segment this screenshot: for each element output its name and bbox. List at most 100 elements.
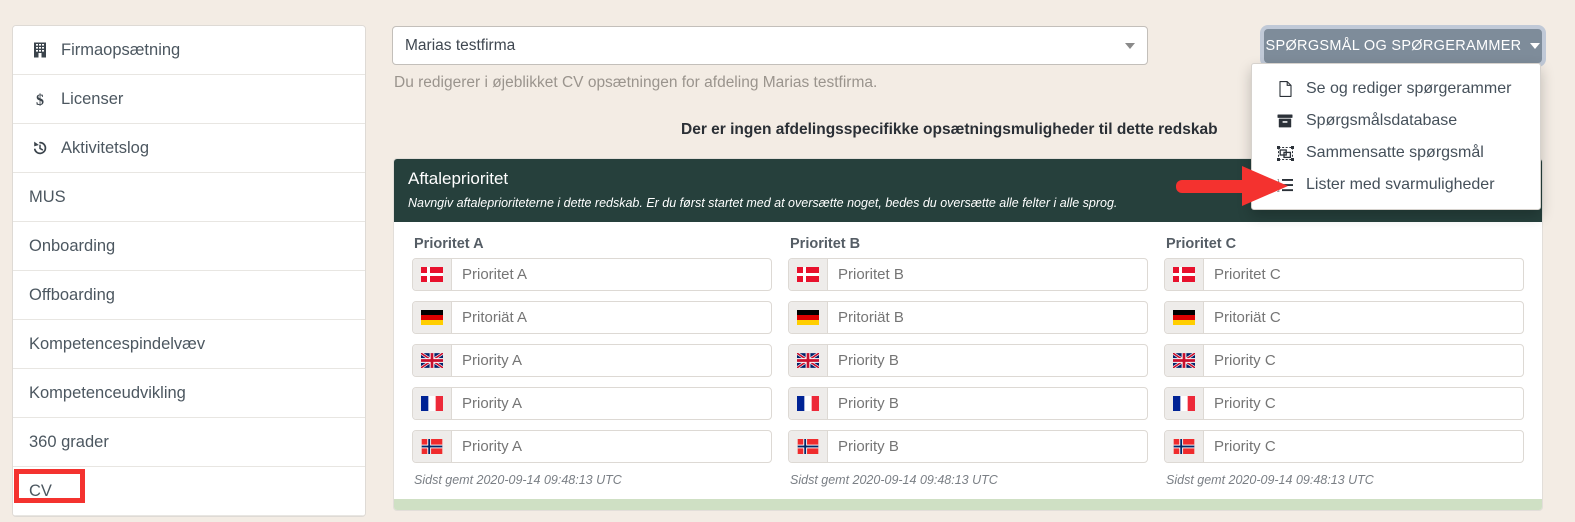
sidebar-item-label: Kompetencespindelvæv (29, 334, 206, 353)
priority-name-input[interactable] (1204, 431, 1523, 462)
translation-input-row[interactable] (412, 344, 772, 377)
sidebar-item-label: Aktivitetslog (61, 138, 150, 157)
priority-name-input[interactable] (828, 345, 1147, 376)
flag-gb-icon (413, 345, 452, 376)
firm-select-value: Marias testfirma (405, 36, 516, 54)
aftaleprioritet-panel: Aftaleprioritet Navngiv aftaleprioritete… (393, 158, 1543, 511)
panel-footer-bar (394, 499, 1542, 510)
priority-name-input[interactable] (828, 388, 1147, 419)
flag-de-icon (789, 302, 828, 333)
dropdown-item-se-og-rediger-sp-rgerammer[interactable]: Se og rediger spørgerammer (1252, 73, 1540, 105)
priority-name-input[interactable] (452, 345, 771, 376)
priority-name-input[interactable] (452, 302, 771, 333)
svg-text:$: $ (36, 92, 44, 108)
sidebar-item-label: 360 grader (29, 432, 109, 451)
translation-input-row[interactable] (412, 301, 772, 334)
translation-input-row[interactable] (1164, 430, 1524, 463)
sidebar-item-label: Onboarding (29, 236, 116, 255)
history-icon (29, 140, 51, 156)
no-department-settings-heading: Der er ingen afdelingsspecifikke opsætni… (681, 121, 1218, 138)
priority-column: Prioritet A Sidst gemt 2020-09-14 09:48:1… (404, 236, 780, 487)
dropdown-item-sp-rgsm-lsdatabase[interactable]: Spørgsmålsdatabase (1252, 105, 1540, 137)
priority-column-title: Prioritet C (1166, 236, 1237, 252)
sidebar-item-label: Kompetenceudvikling (29, 383, 186, 402)
panel-body: Prioritet A Sidst gemt 2020-09-14 09:48:1… (394, 222, 1542, 499)
flag-de-icon (1165, 302, 1204, 333)
priority-column-title: Prioritet A (414, 236, 484, 252)
sidebar-item-aktivitetslog[interactable]: Aktivitetslog (13, 124, 365, 173)
flag-fr-icon (789, 388, 828, 419)
questions-and-frames-button-label: SPØRGSMÅL OG SPØRGERAMMER (1265, 38, 1522, 54)
sidebar-item-licenser[interactable]: $ Licenser (13, 75, 365, 124)
sidebar-item-mus[interactable]: MUS (13, 173, 365, 222)
sidebar-item-kompetencespindelv-v[interactable]: Kompetencespindelvæv (13, 320, 365, 369)
sidebar-item-onboarding[interactable]: Onboarding (13, 222, 365, 271)
translation-input-row[interactable] (1164, 387, 1524, 420)
translation-input-row[interactable] (788, 387, 1148, 420)
translation-input-row[interactable] (412, 387, 772, 420)
sidebar-item-label: Offboarding (29, 285, 115, 304)
edit-context-note: Du redigerer i øjeblikket CV opsætningen… (394, 74, 878, 91)
dollar-icon: $ (29, 91, 51, 108)
translation-input-row[interactable] (1164, 344, 1524, 377)
sidebar-item-label: MUS (29, 187, 66, 206)
flag-no-icon (413, 431, 452, 462)
translation-input-row[interactable] (1164, 301, 1524, 334)
svg-text:3: 3 (1277, 188, 1280, 192)
sidebar-item-label: Firmaopsætning (61, 40, 181, 59)
translation-input-row[interactable] (788, 258, 1148, 291)
dropdown-item-sammensatte-sp-rgsm-l[interactable]: Sammensatte spørgsmål (1252, 137, 1540, 169)
priority-name-input[interactable] (452, 259, 771, 290)
priority-name-input[interactable] (1204, 388, 1523, 419)
firm-select[interactable]: Marias testfirma (392, 26, 1148, 65)
object-group-icon (1274, 145, 1296, 161)
dropdown-item-lister-med-svarmuligheder[interactable]: 1 2 3 Lister med svarmuligheder (1252, 169, 1540, 201)
flag-de-icon (413, 302, 452, 333)
priority-name-input[interactable] (1204, 345, 1523, 376)
priority-name-input[interactable] (828, 259, 1147, 290)
sidebar-item-360-grader[interactable]: 360 grader (13, 418, 365, 467)
dropdown-item-label: Spørgsmålsdatabase (1306, 112, 1458, 129)
priority-name-input[interactable] (828, 302, 1147, 333)
flag-gb-icon (1165, 345, 1204, 376)
translation-input-row[interactable] (788, 301, 1148, 334)
dropdown-item-label: Se og rediger spørgerammer (1306, 80, 1512, 97)
priority-name-input[interactable] (452, 388, 771, 419)
flag-no-icon (1165, 431, 1204, 462)
dropdown-item-label: Lister med svarmuligheder (1306, 176, 1495, 193)
page-root: Firmaopsætning $ Licenser Aktivitetslog MUS O… (0, 0, 1575, 522)
sidebar-item-offboarding[interactable]: Offboarding (13, 271, 365, 320)
priority-name-input[interactable] (828, 431, 1147, 462)
priority-name-input[interactable] (1204, 259, 1523, 290)
priority-name-input[interactable] (1204, 302, 1523, 333)
priority-column: Prioritet B Sidst gemt 2020-09-14 09:48:1… (780, 236, 1156, 487)
sidebar-item-cv[interactable]: CV (13, 467, 365, 516)
sidebar-item-label: CV (29, 481, 52, 500)
priority-column: Prioritet C Sidst gemt 2020-09-14 09:48:1… (1156, 236, 1532, 487)
translation-input-row[interactable] (412, 430, 772, 463)
last-saved-note: Sidst gemt 2020-09-14 09:48:13 UTC (1166, 473, 1374, 487)
last-saved-note: Sidst gemt 2020-09-14 09:48:13 UTC (790, 473, 998, 487)
priority-column-title: Prioritet B (790, 236, 861, 252)
flag-dk-icon (789, 259, 828, 290)
sidebar-item-label: Licenser (61, 89, 124, 108)
questions-dropdown-menu: Se og rediger spørgerammer Spørgsmålsdata… (1251, 63, 1541, 210)
dropdown-item-label: Sammensatte spørgsmål (1306, 144, 1484, 161)
flag-no-icon (789, 431, 828, 462)
settings-sidebar: Firmaopsætning $ Licenser Aktivitetslog MUS O… (12, 25, 366, 517)
translation-input-row[interactable] (788, 430, 1148, 463)
caret-down-icon (1530, 43, 1541, 49)
flag-gb-icon (789, 345, 828, 376)
chevron-down-icon (1125, 42, 1135, 49)
translation-input-row[interactable] (1164, 258, 1524, 291)
flag-dk-icon (413, 259, 452, 290)
last-saved-note: Sidst gemt 2020-09-14 09:48:13 UTC (414, 473, 622, 487)
priority-name-input[interactable] (452, 431, 771, 462)
flag-fr-icon (1165, 388, 1204, 419)
translation-input-row[interactable] (412, 258, 772, 291)
translation-input-row[interactable] (788, 344, 1148, 377)
ordered-list-icon: 123 (1274, 178, 1296, 192)
questions-and-frames-button[interactable]: SPØRGSMÅL OG SPØRGERAMMER (1264, 29, 1542, 63)
sidebar-item-firmaops-tning[interactable]: Firmaopsætning (13, 26, 365, 75)
sidebar-item-kompetenceudvikling[interactable]: Kompetenceudvikling (13, 369, 365, 418)
